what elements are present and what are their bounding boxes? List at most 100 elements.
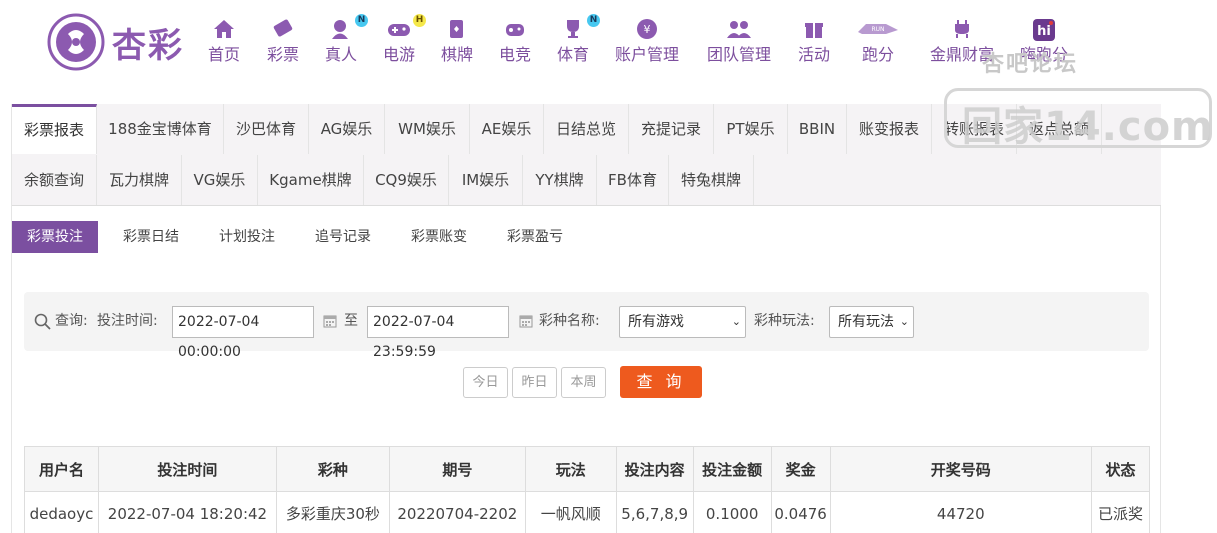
trophy-icon	[567, 20, 579, 38]
nav-label: 电竞	[498, 45, 531, 64]
new-badge: N	[587, 14, 600, 27]
game-select[interactable]: 所有游戏 ⌄	[619, 306, 746, 338]
nav-slots[interactable]: H 电游	[380, 14, 426, 68]
col-play: 玩法	[524, 446, 617, 492]
nav-jinding[interactable]: 金鼎财富	[928, 18, 996, 68]
tab-ag[interactable]: AG娱乐	[309, 104, 385, 154]
gift-icon	[805, 23, 823, 38]
tab-bbin[interactable]: BBIN	[788, 104, 847, 154]
tab-188-sports[interactable]: 188金宝博体育	[97, 104, 224, 154]
nav-team[interactable]: 团队管理	[705, 18, 773, 68]
cell-bet-time: 2022-07-04 18:20:42	[97, 491, 277, 533]
svg-text:hi: hi	[1037, 24, 1051, 39]
tab-yy-chess[interactable]: YY棋牌	[523, 155, 597, 205]
report-tabs: 彩票报表 188金宝博体育 沙巴体育 AG娱乐 WM娱乐 AE娱乐 日结总览 充…	[12, 104, 1161, 206]
nav-label: 跑分	[861, 45, 894, 64]
tab-daily-summary[interactable]: 日结总览	[544, 104, 629, 154]
tab-balance[interactable]: 余额查询	[12, 155, 97, 205]
tab-kgame-chess[interactable]: Kgame棋牌	[258, 155, 364, 205]
today-button[interactable]: 今日	[463, 367, 508, 398]
site-header: 杏彩 首页 彩票 N 真人 H 电游 棋牌 电竞 N 体育 ¥ 账户管理 团队管…	[0, 0, 1217, 100]
tab-pt[interactable]: PT娱乐	[714, 104, 788, 154]
bet-records-table: 用户名 投注时间 彩种 期号 玩法 投注内容 投注金额 奖金 开奖号码 状态 d…	[24, 446, 1151, 533]
nav-chess[interactable]: 棋牌	[438, 18, 476, 68]
nav-label: 彩票	[266, 45, 299, 64]
calendar-icon[interactable]	[323, 314, 337, 328]
start-time-input[interactable]: 2022-07-04 00:00:00	[172, 306, 314, 360]
yesterday-button[interactable]: 昨日	[512, 367, 557, 398]
yen-coin-icon: ¥	[637, 19, 657, 39]
nav-home[interactable]: 首页	[205, 18, 243, 68]
tab-fb-sports[interactable]: FB体育	[597, 155, 669, 205]
tab-cq9[interactable]: CQ9娱乐	[364, 155, 449, 205]
subtab-chase-records[interactable]: 追号记录	[300, 221, 386, 253]
cell-draw-number: 44720	[829, 491, 1092, 533]
game-name-label: 彩种名称:	[539, 313, 600, 329]
nav-label: 体育	[556, 45, 589, 64]
tab-rebate-total[interactable]: 返点总额	[1017, 104, 1102, 154]
nav-label: 首页	[207, 45, 240, 64]
hi-icon: hi	[1033, 19, 1055, 41]
ticket-icon	[273, 19, 293, 37]
col-status: 状态	[1090, 446, 1151, 492]
tab-deposit-withdraw[interactable]: 充提记录	[629, 104, 714, 154]
range-separator: 至	[344, 313, 358, 329]
cell-issue: 20220704-2202	[388, 491, 526, 533]
subtab-lottery-account-change[interactable]: 彩票账变	[396, 221, 482, 253]
tab-vg[interactable]: VG娱乐	[182, 155, 258, 205]
table-header-row: 用户名 投注时间 彩种 期号 玩法 投注内容 投注金额 奖金 开奖号码 状态	[24, 446, 1151, 492]
nav-activity[interactable]: 活动	[797, 18, 831, 68]
col-bet-content: 投注内容	[615, 446, 694, 492]
subtab-lottery-profit[interactable]: 彩票盈亏	[492, 221, 578, 253]
subtab-lottery-bets[interactable]: 彩票投注	[12, 221, 98, 253]
status-badge: 已派奖	[1090, 491, 1151, 533]
svg-text:RUN: RUN	[871, 26, 884, 33]
end-time-input[interactable]: 2022-07-04 23:59:59	[367, 306, 509, 360]
col-draw-number: 开奖号码	[829, 446, 1092, 492]
cell-play: 一帆风顺	[524, 491, 617, 533]
col-bet-time: 投注时间	[97, 446, 277, 492]
tab-lottery-report[interactable]: 彩票报表	[12, 104, 97, 154]
tab-transfer-report[interactable]: 转账报表	[932, 104, 1017, 154]
nav-label: 嗨跑分	[1019, 45, 1068, 64]
search-icon	[34, 313, 51, 330]
col-prize: 奖金	[770, 446, 831, 492]
nav-label: 团队管理	[706, 45, 771, 64]
live-dealer-icon	[332, 20, 348, 39]
subtab-lottery-daily[interactable]: 彩票日结	[108, 221, 194, 253]
calendar-icon[interactable]	[519, 314, 533, 328]
report-panel: 彩票报表 188金宝博体育 沙巴体育 AG娱乐 WM娱乐 AE娱乐 日结总览 充…	[11, 104, 1161, 533]
nav-account[interactable]: ¥ 账户管理	[613, 18, 681, 68]
col-lottery: 彩种	[275, 446, 390, 492]
nav-sports[interactable]: N 体育	[554, 14, 600, 68]
search-filter-bar: 查询: 投注时间: 2022-07-04 00:00:00 至 2022-07-…	[24, 292, 1149, 360]
team-icon	[727, 21, 751, 38]
query-label: 查询:	[55, 313, 88, 329]
nav-hi-run[interactable]: hi 嗨跑分	[1018, 18, 1070, 68]
tab-tetu-chess[interactable]: 特兔棋牌	[669, 155, 754, 205]
tab-wali-chess[interactable]: 瓦力棋牌	[97, 155, 182, 205]
tab-wm[interactable]: WM娱乐	[385, 104, 470, 154]
gamepad-icon	[388, 24, 410, 36]
tab-account-change[interactable]: 账变报表	[847, 104, 932, 154]
tab-saba-sports[interactable]: 沙巴体育	[224, 104, 309, 154]
cell-bet-content: 5,6,7,8,9	[615, 491, 694, 533]
hot-badge: H	[413, 14, 426, 27]
nav-lottery[interactable]: 彩票	[264, 18, 302, 68]
svg-text:¥: ¥	[644, 23, 651, 36]
brand-logo[interactable]: 杏彩	[46, 12, 206, 72]
subtab-plan-bets[interactable]: 计划投注	[204, 221, 290, 253]
nav-label: 真人	[324, 45, 357, 64]
ding-icon	[955, 20, 969, 38]
tab-im[interactable]: IM娱乐	[449, 155, 523, 205]
col-issue: 期号	[388, 446, 526, 492]
play-select[interactable]: 所有玩法 ⌄	[829, 306, 914, 338]
chevron-down-icon: ⌄	[899, 315, 909, 328]
search-button[interactable]: 查 询	[620, 366, 702, 398]
tab-ae[interactable]: AE娱乐	[470, 104, 544, 154]
this-week-button[interactable]: 本周	[561, 367, 606, 398]
nav-esports[interactable]: 电竞	[496, 18, 534, 68]
nav-running[interactable]: RUN 跑分	[855, 18, 901, 68]
table-row[interactable]: dedaoyc 2022-07-04 18:20:42 多彩重庆30秒 2022…	[24, 491, 1151, 533]
nav-live[interactable]: N 真人	[322, 14, 368, 68]
